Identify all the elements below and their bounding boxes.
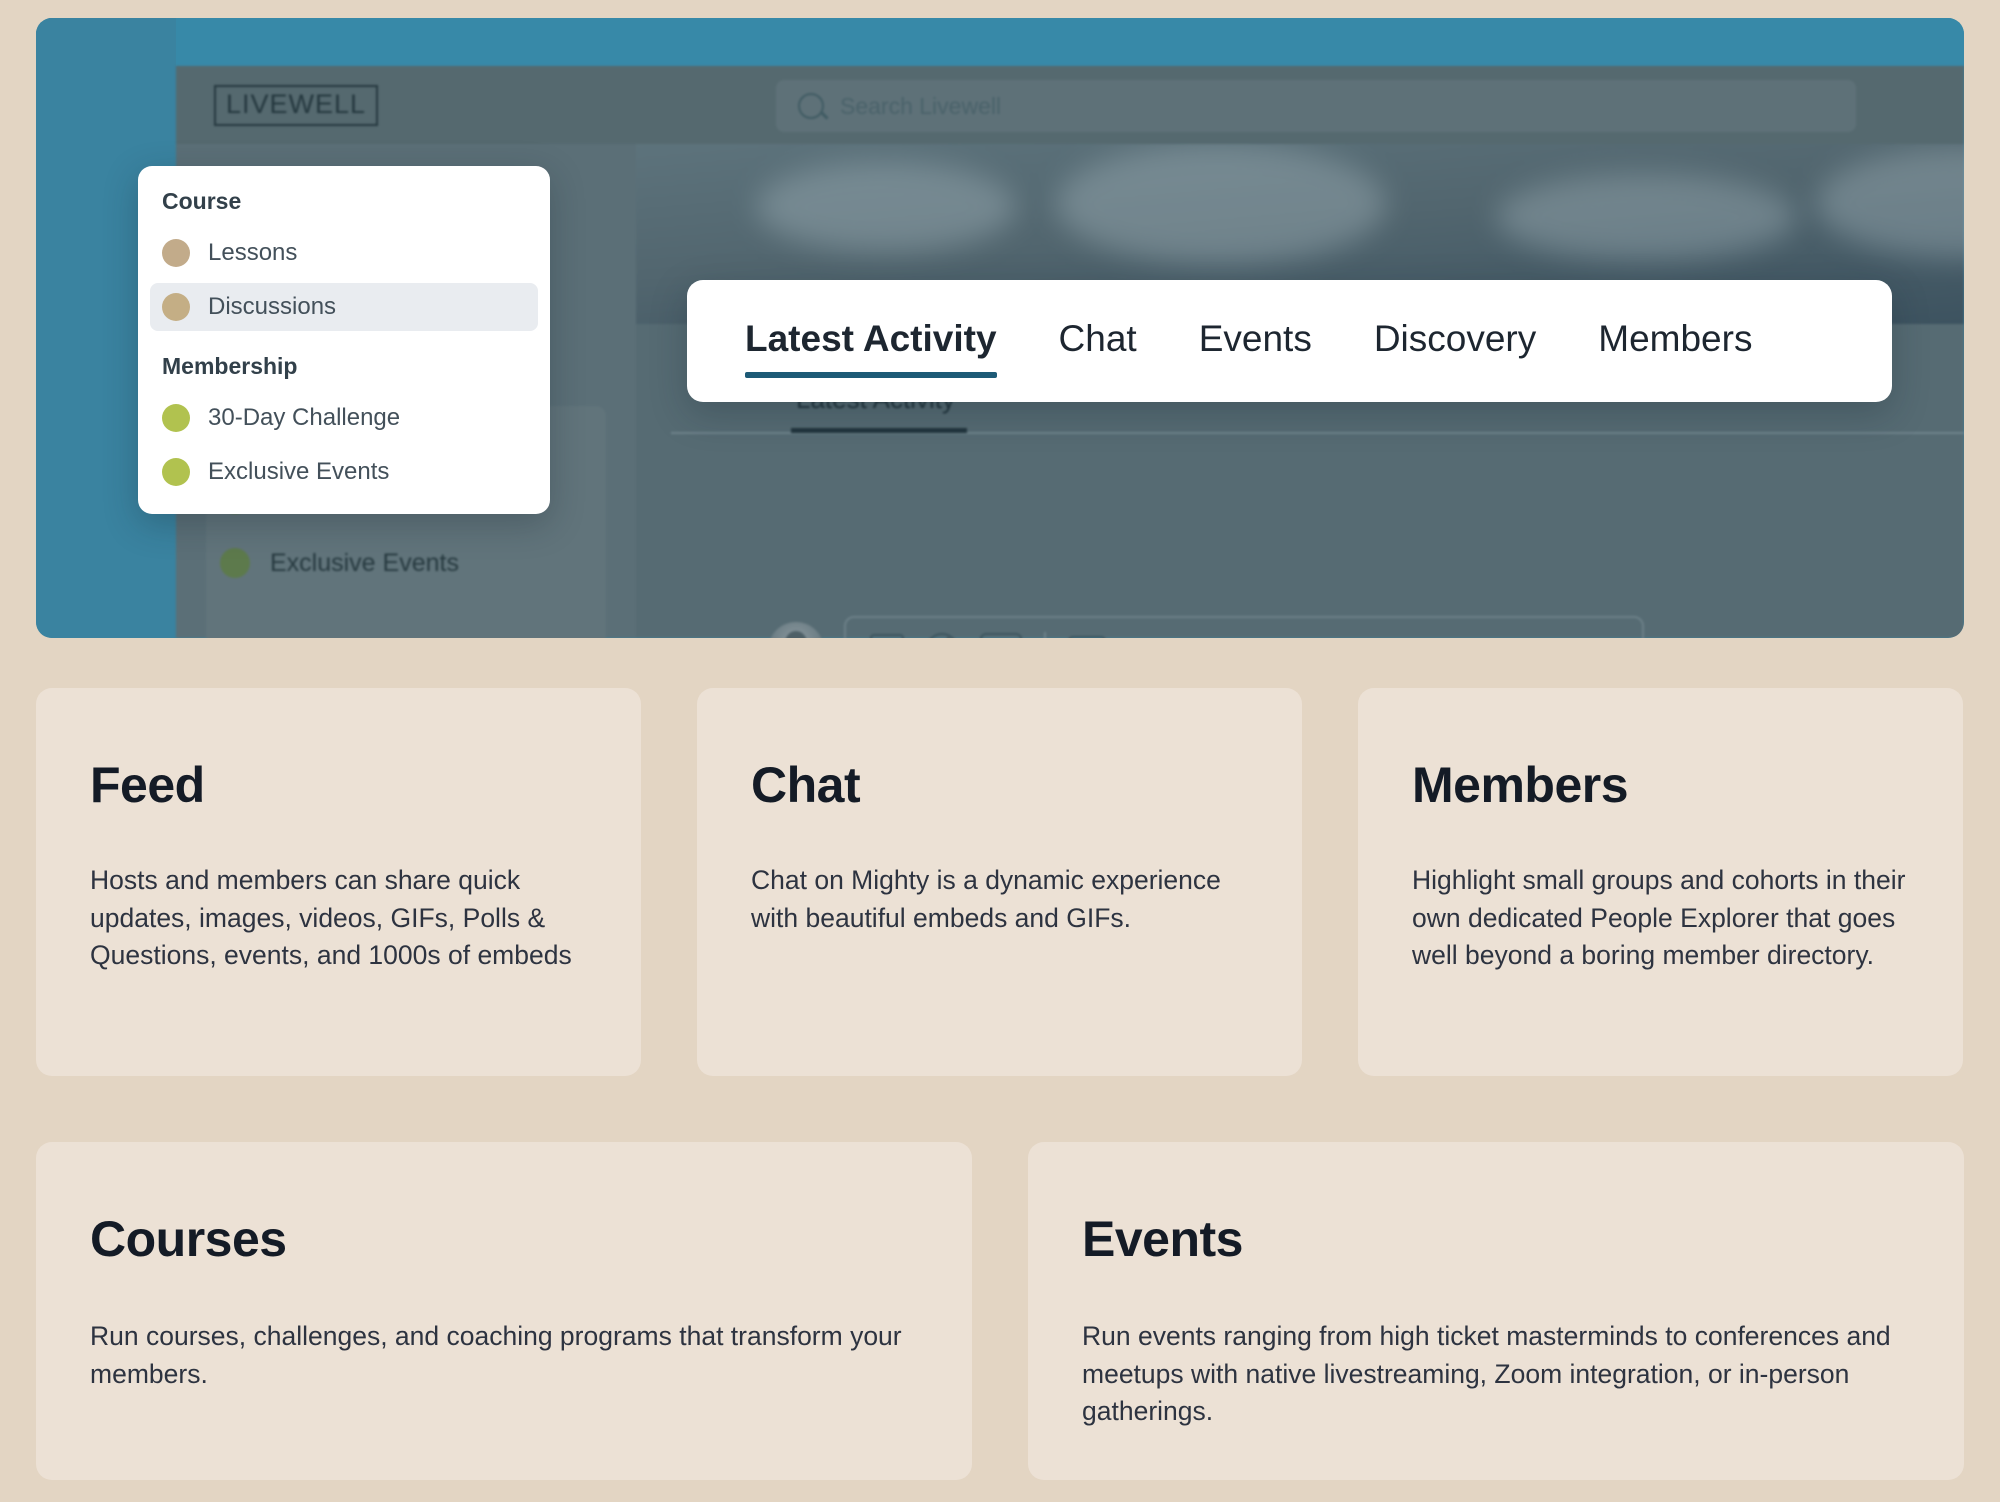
- hero-teal-band: [36, 18, 1964, 66]
- bullet-dot-icon: [162, 239, 190, 267]
- tab-chat[interactable]: Chat: [1059, 318, 1137, 364]
- composer-avatar: [768, 622, 824, 638]
- feature-cards-row-bottom: Courses Run courses, challenges, and coa…: [36, 1142, 1964, 1480]
- feature-card-body: Hosts and members can share quick update…: [90, 865, 572, 971]
- sidebar-item-exclusive-events[interactable]: Exclusive Events: [220, 548, 459, 578]
- go-live-video-icon[interactable]: [1068, 636, 1106, 638]
- cloud-shape: [756, 162, 1016, 252]
- feature-card-body: Run events ranging from high ticket mast…: [1082, 1321, 1891, 1427]
- gif-icon[interactable]: GIF: [980, 633, 1022, 638]
- cloud-shape: [1056, 144, 1386, 264]
- poll-chart-icon[interactable]: [926, 633, 958, 638]
- composer-divider: [1044, 632, 1046, 638]
- feature-card-title: Feed: [90, 757, 205, 813]
- go-live-label[interactable]: Go Live: [1128, 636, 1204, 638]
- feature-card-events: Events Run events ranging from high tick…: [1028, 1142, 1964, 1480]
- feature-cards-row-top: Feed Hosts and members can share quick u…: [36, 688, 1964, 1076]
- menu-item-30-day-challenge[interactable]: 30-Day Challenge: [150, 394, 538, 442]
- floating-menu-card: Course Lessons Discussions Membership 30…: [138, 166, 550, 514]
- search-icon: [798, 93, 824, 119]
- bullet-dot-icon: [162, 458, 190, 486]
- feature-card-title: Events: [1082, 1211, 1243, 1267]
- floating-tab-bar: Latest Activity Chat Events Discovery Me…: [687, 280, 1892, 402]
- feature-card-title: Courses: [90, 1211, 287, 1267]
- cloud-shape: [1496, 174, 1796, 260]
- sidebar-item-label: Exclusive Events: [270, 548, 459, 577]
- bullet-dot-icon: [162, 293, 190, 321]
- tab-latest-activity[interactable]: Latest Activity: [745, 318, 997, 378]
- livewell-logo: LIVEWELL: [214, 84, 379, 126]
- feature-card-feed: Feed Hosts and members can share quick u…: [36, 688, 641, 1076]
- feature-card-chat: Chat Chat on Mighty is a dynamic experie…: [697, 688, 1302, 1076]
- menu-group-label-membership: Membership: [162, 353, 298, 379]
- feature-card-body: Highlight small groups and cohorts in th…: [1412, 865, 1906, 971]
- tab-discovery[interactable]: Discovery: [1374, 318, 1536, 364]
- menu-item-label: Lessons: [208, 239, 298, 266]
- bullet-dot-icon: [220, 548, 250, 578]
- feature-card-title: Chat: [751, 757, 861, 813]
- background-search-bar[interactable]: Search Livewell: [776, 80, 1856, 132]
- menu-item-exclusive-events[interactable]: Exclusive Events: [150, 448, 538, 496]
- cloud-shape: [1816, 148, 1964, 258]
- bullet-dot-icon: [162, 404, 190, 432]
- menu-item-label: Discussions: [208, 293, 337, 320]
- search-placeholder: Search Livewell: [840, 92, 1002, 119]
- menu-item-label: Exclusive Events: [208, 458, 390, 485]
- image-upload-icon[interactable]: [870, 634, 904, 638]
- hero-screenshot-panel: Membership 30-Day Challenge Exclusive Ev…: [36, 18, 1964, 638]
- menu-group-label-course: Course: [162, 188, 242, 214]
- tab-events[interactable]: Events: [1199, 318, 1312, 364]
- tab-members[interactable]: Members: [1598, 318, 1752, 364]
- feature-card-members: Members Highlight small groups and cohor…: [1358, 688, 1963, 1076]
- menu-item-label: 30-Day Challenge: [208, 404, 401, 431]
- feature-card-title: Members: [1412, 757, 1629, 813]
- feature-card-body: Chat on Mighty is a dynamic experience w…: [751, 865, 1221, 933]
- post-composer[interactable]: GIF Go Live Share what's on your mind...: [844, 616, 1644, 638]
- background-app-topbar: LIVEWELL Search Livewell: [176, 66, 1964, 144]
- feature-card-body: Run courses, challenges, and coaching pr…: [90, 1321, 902, 1389]
- background-tab-underline: [791, 428, 967, 433]
- menu-item-lessons[interactable]: Lessons: [150, 229, 538, 277]
- composer-placeholder[interactable]: Share what's on your mind...: [1236, 636, 1527, 639]
- menu-item-discussions[interactable]: Discussions: [150, 283, 538, 331]
- feature-card-courses: Courses Run courses, challenges, and coa…: [36, 1142, 972, 1480]
